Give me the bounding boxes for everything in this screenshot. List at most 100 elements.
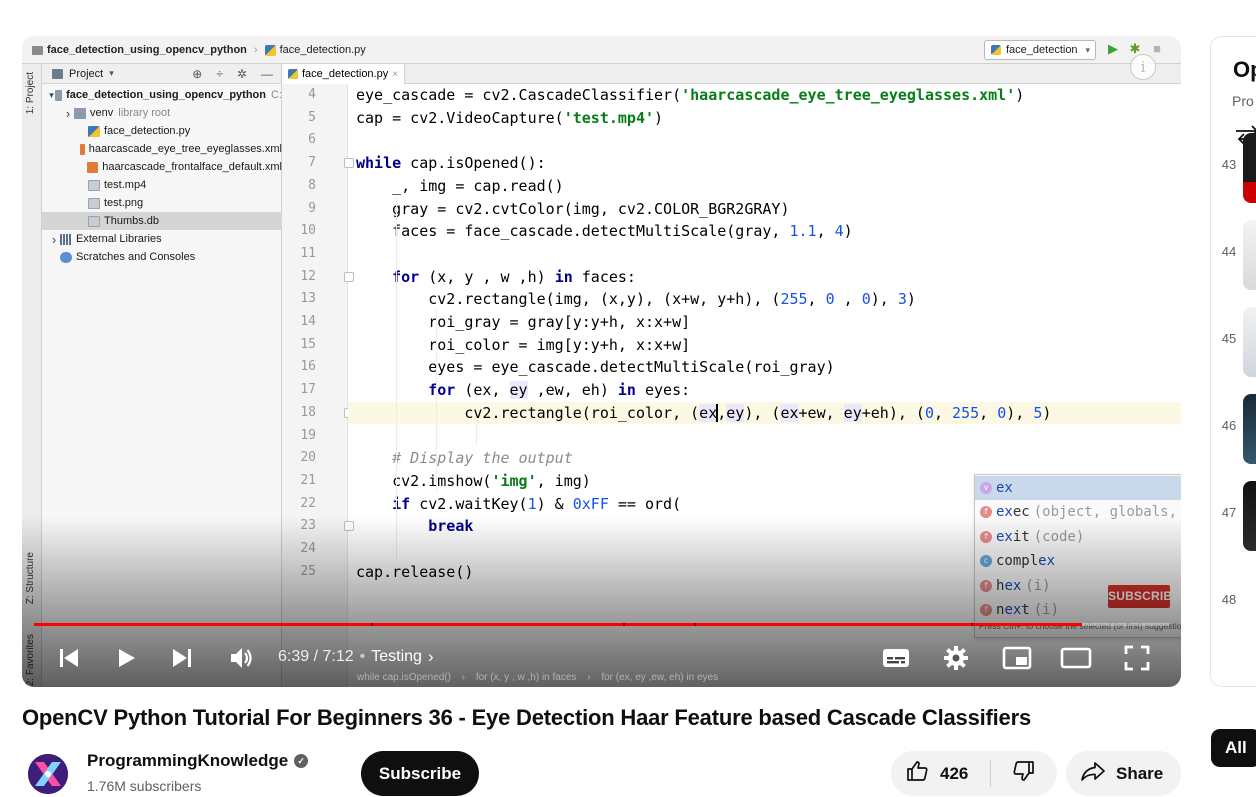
playlist-thumbnail[interactable] bbox=[1243, 394, 1256, 464]
project-view-select[interactable]: Project bbox=[69, 68, 103, 80]
tree-item[interactable]: › venv library root bbox=[42, 104, 282, 122]
editor-tab-bar: face_detection.py × bbox=[282, 64, 1181, 84]
tree-item[interactable]: haarcascade_frontalface_default.xml bbox=[42, 158, 282, 176]
tree-item-label: venv bbox=[90, 107, 114, 119]
project-tool-window: Project ▾ ⊕ ÷ ✲ — ▾ face_detection_using_… bbox=[42, 64, 282, 687]
class-icon: c bbox=[980, 555, 992, 568]
playlist-index: 47 bbox=[1221, 505, 1237, 520]
subtitles-icon[interactable] bbox=[880, 642, 912, 674]
tree-item[interactable]: test.png bbox=[42, 194, 282, 212]
ide-tool-window-strip: 1: Project Z: Structure 2: Favorites bbox=[22, 64, 42, 687]
playlist-thumbnail[interactable] bbox=[1243, 568, 1256, 638]
avatar[interactable] bbox=[28, 754, 68, 794]
subscribe-button[interactable]: Subscribe bbox=[361, 751, 479, 796]
filter-chip-all[interactable]: All bbox=[1211, 729, 1256, 767]
next-icon[interactable] bbox=[167, 643, 197, 673]
folder-icon bbox=[74, 107, 86, 119]
channel-name-label[interactable]: ProgrammingKnowledge bbox=[87, 751, 288, 771]
structure-tool-label[interactable]: Z: Structure bbox=[25, 552, 36, 604]
tree-item[interactable]: Scratches and Consoles bbox=[42, 248, 282, 266]
code-line: cv2.imshow('img', img) bbox=[356, 471, 591, 490]
theater-mode-icon[interactable] bbox=[1058, 642, 1094, 674]
minimize-icon[interactable]: — bbox=[261, 67, 273, 81]
line-number: 14 bbox=[300, 314, 316, 329]
line-number: 23 bbox=[300, 518, 316, 534]
locate-icon[interactable]: ⊕ bbox=[192, 67, 202, 81]
miniplayer-icon[interactable] bbox=[1000, 642, 1034, 674]
close-icon[interactable]: × bbox=[392, 69, 398, 80]
progress-bar[interactable] bbox=[34, 623, 1169, 626]
volume-icon[interactable] bbox=[225, 642, 257, 674]
subscriber-count: 1.76M subscribers bbox=[87, 778, 202, 794]
chevron-down-icon[interactable]: ▾ bbox=[109, 68, 114, 79]
chevron-right-icon[interactable]: › bbox=[48, 232, 60, 247]
chapter-button[interactable]: Testing bbox=[371, 648, 422, 666]
line-number-gutter: 4 5 6 7 8 9 10 11 12 13 14 15 16 17 18 19 20 21 22 23 24 25 bbox=[282, 84, 354, 687]
fold-marker-icon[interactable] bbox=[344, 271, 354, 282]
completion-item[interactable]: fexit(code)builtins bbox=[975, 525, 1181, 549]
video-player[interactable]: face_detection_using_opencv_python › fac… bbox=[22, 36, 1181, 687]
share-label: Share bbox=[1116, 763, 1164, 783]
code-line: for (x, y , w ,h) in faces: bbox=[392, 267, 636, 286]
dislike-button[interactable] bbox=[991, 751, 1057, 796]
fold-marker-icon[interactable] bbox=[344, 158, 354, 169]
gear-icon[interactable]: ✲ bbox=[237, 67, 247, 81]
playlist-thumbnail[interactable] bbox=[1243, 307, 1256, 377]
project-tool-label[interactable]: 1: Project bbox=[25, 72, 36, 114]
line-number: 9 bbox=[308, 200, 316, 216]
tree-item[interactable]: test.mp4 bbox=[42, 176, 282, 194]
settings-gear-icon[interactable] bbox=[939, 641, 973, 675]
python-file-icon bbox=[88, 125, 100, 137]
playlist-title[interactable]: Op bbox=[1233, 57, 1256, 83]
chevron-right-icon[interactable]: › bbox=[428, 647, 434, 667]
completion-item[interactable]: v ex bbox=[975, 476, 1181, 500]
breadcrumb-item[interactable]: for (x, y , w ,h) in faces bbox=[476, 672, 577, 683]
completion-item[interactable]: ccomplexbuiltins bbox=[975, 549, 1181, 573]
share-icon bbox=[1080, 760, 1106, 787]
subscribe-watermark[interactable]: SUBSCRIBE bbox=[1108, 585, 1180, 608]
playlist-thumbnail[interactable] bbox=[1243, 481, 1256, 551]
tree-item-label: test.png bbox=[104, 197, 144, 209]
tree-item[interactable]: ▾ face_detection_using_opencv_python C: bbox=[42, 86, 282, 104]
run-configuration-select[interactable]: face_detection ▾ bbox=[984, 40, 1096, 60]
code-line: cv2.rectangle(img, (x,y), (x+w, y+h), (2… bbox=[356, 290, 916, 309]
chevron-right-icon[interactable]: › bbox=[62, 106, 74, 121]
collapse-icon[interactable]: ÷ bbox=[216, 67, 223, 81]
playlist-thumbnail[interactable] bbox=[1243, 220, 1256, 290]
channel-name[interactable]: ProgrammingKnowledge ✓ bbox=[87, 751, 309, 771]
tree-item[interactable]: haarcascade_eye_tree_eyeglasses.xml bbox=[42, 140, 282, 158]
tree-item-label: face_detection_using_opencv_python bbox=[66, 89, 266, 101]
chevron-down-icon[interactable]: ▾ bbox=[48, 90, 55, 101]
line-number: 10 bbox=[300, 223, 316, 239]
completion-signature: (i) bbox=[1025, 577, 1051, 594]
run-icon[interactable]: ▶ bbox=[1106, 42, 1120, 56]
completion-item[interactable]: fexec(object, globals, locals)builtins bbox=[975, 500, 1181, 524]
breadcrumb-item[interactable]: for (ex, ey ,ew, eh) in eyes bbox=[601, 672, 718, 683]
line-number: 16 bbox=[300, 359, 316, 375]
line-number: 19 bbox=[300, 427, 316, 443]
tree-item[interactable]: › External Libraries bbox=[42, 230, 282, 248]
code-line: roi_color = img[y:y+h, x:x+w] bbox=[356, 335, 691, 354]
tree-item-label: haarcascade_eye_tree_eyeglasses.xml bbox=[88, 143, 282, 155]
playlist-thumbnail[interactable] bbox=[1243, 133, 1256, 203]
stop-icon[interactable]: ■ bbox=[1150, 42, 1164, 56]
share-button[interactable]: Share bbox=[1066, 751, 1181, 796]
tree-item[interactable]: Thumbs.db bbox=[42, 212, 282, 230]
play-icon[interactable] bbox=[111, 643, 141, 673]
like-button[interactable]: 426 bbox=[891, 751, 989, 796]
previous-icon[interactable] bbox=[54, 643, 84, 673]
tab-face-detection[interactable]: face_detection.py × bbox=[282, 64, 406, 84]
autocomplete-popup[interactable]: vexfexec(object, globals, locals)builtin… bbox=[974, 474, 1181, 638]
fold-marker-icon[interactable] bbox=[344, 521, 354, 532]
favorites-tool-label[interactable]: 2: Favorites bbox=[25, 634, 36, 686]
line-number: 13 bbox=[300, 291, 316, 307]
code-line: roi_gray = gray[y:y+h, x:x+w] bbox=[356, 313, 691, 331]
breadcrumb-item[interactable]: while cap.isOpened() bbox=[357, 672, 451, 683]
line-number: 11 bbox=[300, 245, 316, 261]
info-icon[interactable]: i bbox=[1130, 54, 1156, 80]
playlist-owner[interactable]: Pro bbox=[1232, 93, 1254, 109]
line-number: 17 bbox=[300, 382, 316, 398]
tree-item[interactable]: face_detection.py bbox=[42, 122, 282, 140]
fullscreen-icon[interactable] bbox=[1120, 641, 1154, 675]
code-editor[interactable]: 4 5 6 7 8 9 10 11 12 13 14 15 16 17 18 19 20 21 22 23 24 25 e… bbox=[282, 84, 1181, 687]
